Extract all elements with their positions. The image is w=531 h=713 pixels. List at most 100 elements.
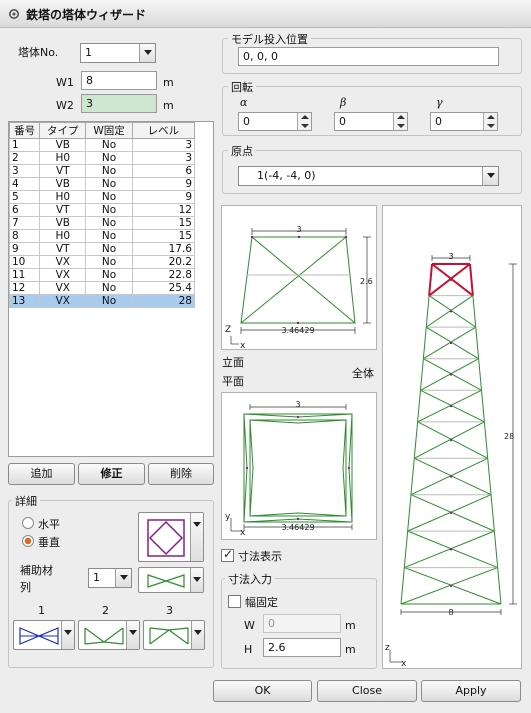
origin-label: 原点 [228,143,256,159]
chevron-down-icon[interactable] [482,167,498,185]
table-cell: VB [39,216,87,230]
table-row[interactable]: 9 VT No 17.6 [9,242,196,256]
table-row[interactable]: 1 VB No 3 [9,138,196,152]
tower-node [449,310,453,313]
detail-group-label: 詳細 [12,493,40,509]
elev-top-dim: 3 [296,225,301,234]
beta-spinner[interactable]: 0 [334,112,408,131]
origin-value: 1(-4, -4, 0) [257,169,316,182]
chevron-down-icon[interactable] [191,621,204,649]
pattern-picker-3[interactable] [143,620,205,650]
gamma-spinner[interactable]: 0 [430,112,498,131]
chevron-down-icon[interactable] [126,621,139,649]
table-cell: VB [39,177,87,191]
col-header-wfixed[interactable]: W固定 [85,122,133,139]
table-cell: 22.8 [131,268,196,282]
table-row[interactable]: 7 VB No 15 [9,216,196,230]
col-header-level[interactable]: レベル [131,122,196,139]
table-cell: 7 [9,216,41,230]
vertical-radio[interactable] [22,535,34,547]
overall-label: 全体 [352,367,374,380]
plan-axis-x: x [240,528,246,538]
plan-bottom-dim: 3.46429 [281,523,314,532]
alpha-value: 0 [243,115,250,128]
tower-brace [414,421,485,459]
section-pattern-picker[interactable] [138,512,204,562]
table-row[interactable]: 4 VB No 9 [9,177,196,191]
col-header-type[interactable]: タイプ [39,122,87,139]
w1-field[interactable]: 8 [81,71,157,90]
spin-arrows-icon[interactable] [393,113,407,130]
chevron-down-icon[interactable] [190,513,203,561]
tower-leg-highlight [428,263,433,296]
table-cell: No [85,268,133,282]
aux-count-select[interactable]: 1 [88,568,132,588]
dim-display-checkbox[interactable] [221,547,234,562]
elev-axis-z: Z [225,325,231,335]
chevron-down-icon[interactable] [61,621,74,649]
ok-button[interactable]: OK [213,680,312,702]
table-row[interactable]: 2 H0 No 3 [9,151,196,165]
table-cell: 11 [9,268,41,282]
add-button[interactable]: 追加 [8,463,75,485]
horizontal-radio[interactable] [22,517,34,529]
table-row[interactable]: 5 H0 No 9 [9,190,196,204]
alpha-spinner[interactable]: 0 [238,112,312,131]
tower-brace [428,263,471,297]
pattern-picker-2[interactable] [78,620,140,650]
table-cell: No [85,242,133,256]
table-row[interactable]: 11 VX No 22.8 [9,268,196,282]
table-cell: 17.6 [131,242,196,256]
bowtie-green-icon [84,627,124,645]
table-cell: No [85,203,133,217]
tower-brace [404,567,502,605]
gear-icon[interactable] [8,8,20,20]
w1-label: W1 [56,76,74,89]
chevron-down-icon[interactable] [190,568,203,592]
w-input-label: W [244,619,255,632]
horizontal-label: 水平 [38,518,60,531]
table-cell: 9 [131,177,196,191]
tower-node [449,438,453,442]
table-row[interactable]: 10 VX No 20.2 [9,255,196,269]
tower-brace [425,295,474,328]
table-cell: H0 [39,190,87,204]
tower-leg [400,263,433,605]
table-cell: 2 [9,151,41,165]
model-position-field[interactable]: 0, 0, 0 [238,47,499,66]
table-row[interactable]: 12 VX No 25.4 [9,281,196,295]
spin-arrows-icon[interactable] [483,113,497,130]
empty-row [10,347,195,360]
elevation-view[interactable]: 3 3.46429 2.6 Z x [221,205,377,351]
w2-field[interactable]: 3 [81,94,157,113]
delete-button[interactable]: 削除 [148,463,214,485]
table-row[interactable]: 8 H0 No 15 [9,229,196,243]
tower-no-select[interactable]: 1 [80,43,156,63]
table-row[interactable]: 13 VX No 28 [9,294,196,308]
col-header-number[interactable]: 番号 [9,122,41,139]
h-input-field[interactable]: 2.6 [263,638,341,657]
table-cell: 3 [131,138,196,152]
aux-pattern-picker[interactable] [138,567,204,593]
table-cell: 12 [9,281,41,295]
pattern-picker-1[interactable] [13,620,75,650]
plan-view[interactable]: 3 3.46429 y x [221,392,377,540]
tower-brace [407,494,492,532]
table-row[interactable]: 6 VT No 12 [9,203,196,217]
h-input-unit: m [345,643,356,656]
chevron-down-icon[interactable] [139,44,155,62]
dim-display-label: 寸法表示 [238,550,282,563]
alpha-label: α [240,96,248,109]
chevron-down-icon[interactable] [115,569,131,587]
origin-select[interactable]: 1(-4, -4, 0) [238,166,499,186]
spin-arrows-icon[interactable] [297,113,311,130]
w-input-field[interactable]: 0 [263,614,341,633]
table-row[interactable]: 3 VT No 6 [9,164,196,178]
tower-leg-highlight [469,263,474,296]
gamma-value: 0 [435,115,442,128]
overall-view[interactable]: 3 8 28 z x [382,205,522,669]
close-button[interactable]: Close [317,680,417,702]
width-fixed-checkbox[interactable] [228,595,241,608]
apply-button[interactable]: Apply [421,680,521,702]
edit-button[interactable]: 修正 [78,463,145,485]
